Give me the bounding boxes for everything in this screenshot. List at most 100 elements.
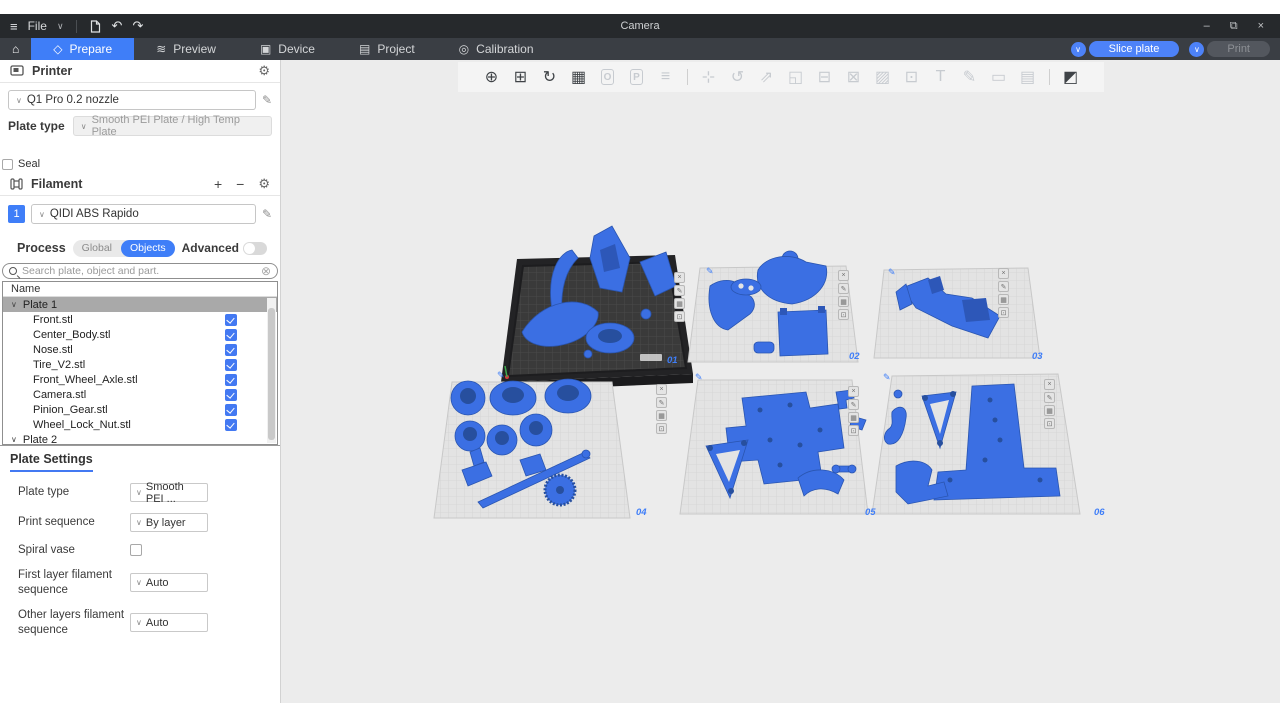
- plate-03-group[interactable]: [874, 268, 1040, 358]
- add-plate-icon[interactable]: ⊞: [510, 66, 532, 88]
- auto-orient-icon[interactable]: ↻: [539, 66, 561, 88]
- object-visibility-checkbox[interactable]: [225, 329, 237, 341]
- plate-arrange-icon[interactable]: ▦: [998, 294, 1009, 305]
- collapse-chevron-icon[interactable]: ∨: [11, 435, 17, 444]
- add-filament-button[interactable]: +: [214, 176, 222, 192]
- search-clear-icon[interactable]: ⊗: [261, 264, 271, 278]
- split-by-color-icon[interactable]: ◩: [1060, 66, 1082, 88]
- printer-edit-icon[interactable]: ✎: [262, 93, 272, 107]
- filament-edit-icon[interactable]: ✎: [262, 207, 272, 221]
- object-visibility-checkbox[interactable]: [225, 374, 237, 386]
- object-visibility-checkbox[interactable]: [225, 344, 237, 356]
- plate-edit-icon[interactable]: ✎: [695, 372, 703, 383]
- tab-device[interactable]: ▣Device: [238, 38, 337, 60]
- plate-lock-icon[interactable]: ⊡: [656, 423, 667, 434]
- object-visibility-checkbox[interactable]: [225, 314, 237, 326]
- seal-checkbox[interactable]: [2, 159, 13, 170]
- plate-lock-icon[interactable]: ⊡: [674, 311, 685, 322]
- plate-delete-icon[interactable]: ×: [656, 384, 667, 395]
- plate-delete-icon[interactable]: ×: [674, 272, 685, 283]
- ps-plate-type-select[interactable]: ∨ Smooth PEI ...: [130, 483, 208, 502]
- close-window-icon[interactable]: ×: [1258, 20, 1264, 32]
- plate-settings-icon[interactable]: ✎: [1044, 392, 1055, 403]
- plate-group-row[interactable]: ∨Plate 2: [3, 432, 277, 445]
- plate-delete-icon[interactable]: ×: [838, 270, 849, 281]
- toolbar-separator: [687, 69, 688, 85]
- 3d-viewport[interactable]: ⊕⊞↻▦OP≡⊹↺⇗◱⊟⊠▨⊡T✎▭▤◩: [281, 60, 1280, 703]
- plate-arrange-icon[interactable]: ▦: [838, 296, 849, 307]
- plate-arrange-icon[interactable]: ▦: [1044, 405, 1055, 416]
- collapse-chevron-icon[interactable]: ∨: [11, 300, 17, 309]
- minimize-window-icon[interactable]: –: [1204, 20, 1210, 32]
- plate-lock-icon[interactable]: ⊡: [1044, 418, 1055, 429]
- scope-global-button[interactable]: Global: [73, 242, 121, 254]
- plate-delete-icon[interactable]: ×: [998, 268, 1009, 279]
- plate-edit-icon[interactable]: ✎: [706, 266, 714, 277]
- plate-settings-icon[interactable]: ✎: [674, 285, 685, 296]
- object-row[interactable]: Center_Body.stl: [3, 327, 277, 342]
- object-row[interactable]: Tire_V2.stl: [3, 357, 277, 372]
- file-menu-chevron-icon[interactable]: ∨: [57, 21, 64, 32]
- plate-group-row[interactable]: ∨Plate 1: [3, 297, 277, 312]
- advanced-toggle[interactable]: [243, 242, 267, 255]
- slice-plate-button[interactable]: Slice plate: [1089, 41, 1180, 57]
- plate-settings-icon[interactable]: ✎: [848, 399, 859, 410]
- plate-settings-icon[interactable]: ✎: [998, 281, 1009, 292]
- plate-arrange-icon[interactable]: ▦: [674, 298, 685, 309]
- ps-other-layers-select[interactable]: ∨ Auto: [130, 613, 208, 632]
- plate-lock-icon[interactable]: ⊡: [998, 307, 1009, 318]
- plate-edit-icon[interactable]: ✎: [883, 372, 891, 383]
- plate-lock-icon[interactable]: ⊡: [838, 309, 849, 320]
- search-input[interactable]: [22, 265, 256, 277]
- object-row[interactable]: Wheel_Lock_Nut.stl: [3, 417, 277, 432]
- plate-delete-icon[interactable]: ×: [1044, 379, 1055, 390]
- print-options-chevron-icon[interactable]: ∨: [1189, 42, 1204, 57]
- plate-lock-icon[interactable]: ⊡: [848, 425, 859, 436]
- add-model-icon[interactable]: ⊕: [481, 66, 503, 88]
- plate-arrange-icon[interactable]: ▦: [656, 410, 667, 421]
- plate-settings-icon[interactable]: ✎: [838, 283, 849, 294]
- tab-prepare[interactable]: ◇Prepare: [31, 38, 134, 60]
- scope-objects-button[interactable]: Objects: [121, 240, 175, 257]
- plate-arrange-icon[interactable]: ▦: [848, 412, 859, 423]
- object-visibility-checkbox[interactable]: [225, 419, 237, 431]
- plate-action-stack: × ✎ ▦ ⊡: [848, 386, 859, 436]
- remove-filament-button[interactable]: −: [236, 176, 244, 192]
- object-visibility-checkbox[interactable]: [225, 359, 237, 371]
- filament-preset-select[interactable]: ∨ QIDI ABS Rapido: [31, 204, 256, 224]
- ps-print-sequence-select[interactable]: ∨ By layer: [130, 513, 208, 532]
- object-row[interactable]: Front.stl: [3, 312, 277, 327]
- object-row[interactable]: Front_Wheel_Axle.stl: [3, 372, 277, 387]
- plate-type-select[interactable]: ∨ Smooth PEI Plate / High Temp Plate: [73, 116, 272, 136]
- tab-project[interactable]: ▤Project: [337, 38, 437, 60]
- undo-icon[interactable]: ↶: [112, 18, 123, 34]
- file-menu[interactable]: File: [28, 19, 47, 33]
- plate-edit-icon[interactable]: ✎: [497, 370, 505, 381]
- slice-options-chevron-icon[interactable]: ∨: [1071, 42, 1086, 57]
- restore-window-icon[interactable]: ⧉: [1230, 20, 1238, 33]
- save-icon[interactable]: [89, 20, 102, 33]
- object-visibility-checkbox[interactable]: [225, 404, 237, 416]
- ps-first-layer-select[interactable]: ∨ Auto: [130, 573, 208, 592]
- printer-settings-gear-icon[interactable]: ⚙: [258, 63, 270, 79]
- arrange-all-icon[interactable]: ▦: [568, 66, 590, 88]
- filament-settings-gear-icon[interactable]: ⚙: [258, 176, 270, 192]
- redo-icon[interactable]: ↷: [132, 18, 143, 34]
- plate-01-group[interactable]: [501, 226, 693, 391]
- tab-preview[interactable]: ≋Preview: [134, 38, 238, 60]
- scrollbar-thumb[interactable]: [268, 308, 275, 440]
- menu-icon[interactable]: ≡: [10, 19, 18, 34]
- object-row[interactable]: Nose.stl: [3, 342, 277, 357]
- plate-05-group[interactable]: [680, 380, 868, 514]
- plate-delete-icon[interactable]: ×: [848, 386, 859, 397]
- object-row[interactable]: Pinion_Gear.stl: [3, 402, 277, 417]
- plate-04-group[interactable]: [434, 379, 630, 518]
- object-row[interactable]: Camera.stl: [3, 387, 277, 402]
- tab-calibration[interactable]: ◎Calibration: [437, 38, 556, 60]
- plate-edit-icon[interactable]: ✎: [888, 267, 896, 278]
- ps-spiral-vase-checkbox[interactable]: [130, 544, 142, 556]
- printer-preset-select[interactable]: ∨ Q1 Pro 0.2 nozzle: [8, 90, 256, 110]
- object-visibility-checkbox[interactable]: [225, 389, 237, 401]
- tab-home[interactable]: ⌂: [0, 38, 31, 60]
- plate-settings-icon[interactable]: ✎: [656, 397, 667, 408]
